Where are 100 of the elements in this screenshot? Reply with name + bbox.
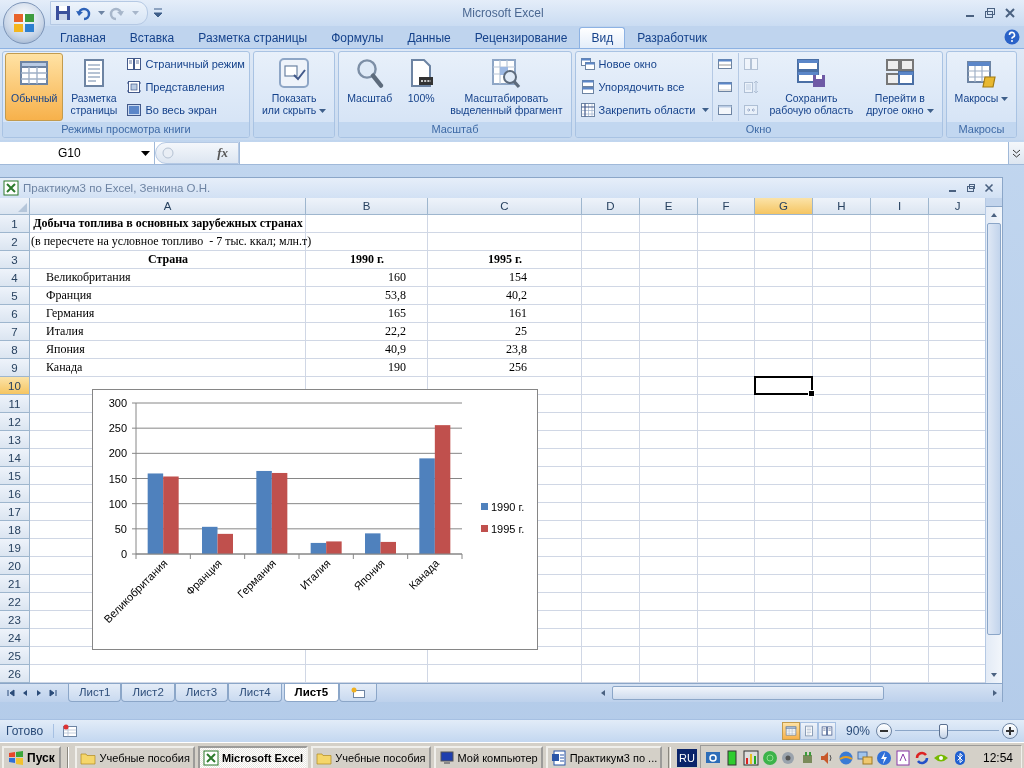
ribbon-tab[interactable]: Вставка bbox=[117, 27, 187, 48]
row-header[interactable]: 23 bbox=[0, 611, 30, 629]
sheet-tab[interactable]: Лист2 bbox=[121, 684, 175, 702]
scroll-thumb[interactable] bbox=[612, 686, 884, 700]
ribbon-button[interactable]: Во весь экран bbox=[124, 99, 247, 120]
taskbar-button[interactable]: Учебные пособия bbox=[75, 745, 195, 768]
row-header[interactable]: 5 bbox=[0, 287, 30, 305]
split-handle[interactable] bbox=[986, 198, 1002, 207]
row-header[interactable]: 6 bbox=[0, 305, 30, 323]
sheet-tab[interactable]: Лист3 bbox=[174, 684, 229, 702]
column-header[interactable]: G bbox=[755, 198, 813, 215]
row-header[interactable]: 21 bbox=[0, 575, 30, 593]
expand-button[interactable] bbox=[1008, 142, 1024, 164]
column-header[interactable]: I bbox=[871, 198, 929, 215]
ribbon-button[interactable]: 100% bbox=[399, 53, 444, 121]
ribbon-tab[interactable]: Данные bbox=[395, 27, 463, 48]
ribbon-button[interactable]: Перейти в другое окно bbox=[860, 53, 940, 121]
save-icon[interactable] bbox=[55, 5, 71, 21]
active-cell[interactable] bbox=[754, 376, 813, 395]
taskbar-button[interactable]: Мой компьютер bbox=[433, 745, 543, 768]
ribbon-tab[interactable]: Рецензирование bbox=[462, 27, 580, 48]
row-header[interactable]: 15 bbox=[0, 467, 30, 485]
ribbon-tab[interactable]: Формулы bbox=[319, 27, 396, 48]
name-box[interactable]: G10 bbox=[0, 142, 155, 164]
ribbon-button[interactable]: Макросы bbox=[948, 53, 1015, 121]
column-header[interactable]: J bbox=[929, 198, 985, 215]
sheet-tab[interactable]: Лист1 bbox=[68, 684, 122, 702]
slider-thumb[interactable] bbox=[938, 724, 948, 739]
ribbon-button[interactable]: Масштабировать выделенный фрагмент bbox=[444, 53, 569, 121]
notepad-icon[interactable] bbox=[894, 749, 911, 766]
row-header[interactable]: 7 bbox=[0, 323, 30, 341]
row-header[interactable]: 18 bbox=[0, 521, 30, 539]
customize-icon[interactable] bbox=[154, 8, 162, 18]
row-header[interactable]: 8 bbox=[0, 341, 30, 359]
column-header[interactable]: B bbox=[306, 198, 428, 215]
close-icon[interactable] bbox=[984, 183, 994, 193]
row-header[interactable]: 19 bbox=[0, 539, 30, 557]
sheet-tab[interactable]: Лист5 bbox=[283, 684, 340, 702]
row-header[interactable]: 13 bbox=[0, 431, 30, 449]
ribbon-tab[interactable]: Разметка страницы bbox=[186, 27, 320, 48]
record-macro-icon[interactable] bbox=[62, 724, 79, 738]
ribbon-button[interactable]: Разметка страницы bbox=[64, 53, 124, 121]
row-header[interactable]: 10 bbox=[0, 377, 30, 395]
row-header[interactable]: 26 bbox=[0, 665, 30, 683]
row-header[interactable]: 3 bbox=[0, 251, 30, 269]
row-header[interactable]: 2 bbox=[0, 233, 30, 251]
bar-chart-icon[interactable] bbox=[742, 749, 759, 766]
column-header[interactable]: C bbox=[428, 198, 582, 215]
vertical-scrollbar[interactable] bbox=[985, 198, 1002, 683]
start-button[interactable]: Пуск bbox=[2, 745, 61, 768]
column-header[interactable]: H bbox=[813, 198, 871, 215]
close-icon[interactable] bbox=[1004, 7, 1016, 19]
ribbon-tab[interactable]: Вид bbox=[579, 27, 626, 48]
first-sheet-icon[interactable] bbox=[6, 688, 16, 698]
scroll-thumb[interactable] bbox=[987, 223, 1001, 635]
row-header[interactable]: 11 bbox=[0, 395, 30, 413]
row-header[interactable]: 4 bbox=[0, 269, 30, 287]
ribbon-button[interactable]: Сохранить рабочую область bbox=[763, 53, 860, 121]
row-header[interactable]: 20 bbox=[0, 557, 30, 575]
row-header[interactable]: 14 bbox=[0, 449, 30, 467]
ribbon-button[interactable]: Показать или скрыть bbox=[255, 53, 333, 121]
undo-icon[interactable] bbox=[75, 5, 91, 21]
sync-icon[interactable] bbox=[913, 749, 930, 766]
ribbon-button[interactable]: Новое окно bbox=[577, 54, 711, 75]
column-header[interactable]: D bbox=[582, 198, 640, 215]
language-indicator[interactable]: RU bbox=[677, 748, 697, 767]
help-icon[interactable] bbox=[1004, 29, 1020, 45]
lightning-icon[interactable] bbox=[875, 749, 892, 766]
ribbon-button[interactable]: Упорядочить все bbox=[577, 77, 711, 97]
ribbon-button[interactable]: Закрепить области bbox=[577, 99, 711, 120]
row-header[interactable]: 1 bbox=[0, 215, 30, 233]
column-header[interactable]: A bbox=[30, 198, 306, 215]
restore-icon[interactable] bbox=[984, 7, 996, 19]
handle-icon[interactable] bbox=[162, 147, 174, 159]
view-button[interactable] bbox=[781, 722, 800, 740]
ribbon-button[interactable]: Масштаб bbox=[341, 53, 399, 121]
row-header[interactable]: 25 bbox=[0, 647, 30, 665]
row-header[interactable]: 17 bbox=[0, 503, 30, 521]
taskbar-button[interactable]: Практикум3 по ... bbox=[545, 745, 663, 768]
ribbon-tab[interactable]: Главная bbox=[48, 27, 118, 48]
row-header[interactable]: 24 bbox=[0, 629, 30, 647]
row-header[interactable]: 16 bbox=[0, 485, 30, 503]
row-header[interactable]: 9 bbox=[0, 359, 30, 377]
row-header[interactable]: 22 bbox=[0, 593, 30, 611]
window-icon[interactable] bbox=[716, 79, 733, 95]
ribbon-button[interactable]: Страничный режим bbox=[124, 54, 247, 75]
ribbon-button[interactable]: Представления bbox=[124, 77, 247, 97]
new-sheet-button[interactable] bbox=[339, 684, 378, 702]
zoom-in-button[interactable] bbox=[1002, 723, 1018, 739]
speaker-icon[interactable] bbox=[780, 749, 797, 766]
sheet-tab[interactable]: Лист4 bbox=[228, 684, 282, 702]
row-header[interactable]: 12 bbox=[0, 413, 30, 431]
monitor-icon[interactable] bbox=[704, 749, 721, 766]
last-sheet-icon[interactable] bbox=[48, 688, 58, 698]
column-header[interactable]: F bbox=[698, 198, 755, 215]
globe-icon[interactable] bbox=[837, 749, 854, 766]
insert-function-button[interactable]: fx bbox=[215, 145, 230, 161]
taskbar-button[interactable]: Microsoft Excel bbox=[197, 745, 309, 768]
office-button[interactable] bbox=[3, 2, 45, 44]
ribbon-button[interactable]: Обычный bbox=[5, 53, 64, 121]
